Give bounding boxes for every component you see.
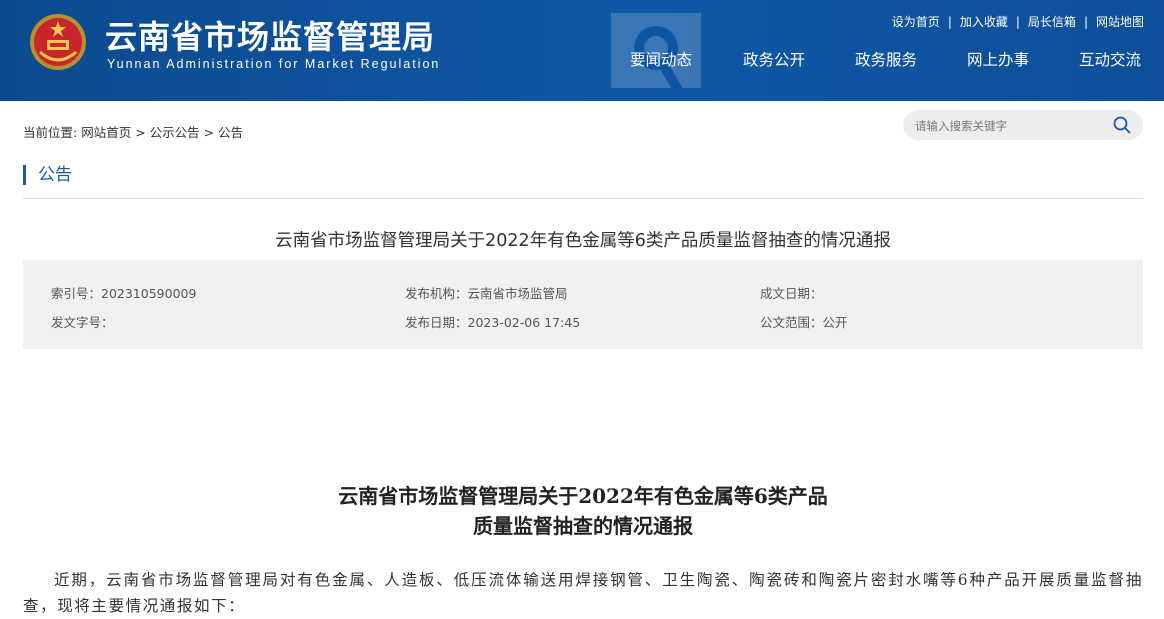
search-input[interactable] <box>913 115 1112 137</box>
nav-interaction[interactable]: 互动交流 <box>1079 48 1141 70</box>
breadcrumb-prefix: 当前位置: <box>23 125 78 140</box>
meta-publisher: 发布机构：云南省市场监管局 <box>405 286 568 301</box>
add-favorite-link[interactable]: 加入收藏 <box>960 15 1008 29</box>
search-icon[interactable] <box>1113 116 1131 134</box>
article-meta-box: 索引号：202310590009 发布机构：云南省市场监管局 成文日期： 发文字… <box>23 260 1143 349</box>
document-title-line2: 质量监督抽查的情况通报 <box>473 514 693 538</box>
divider: | <box>1083 15 1088 29</box>
divider: | <box>947 15 952 29</box>
nav-gov-info[interactable]: 政务公开 <box>743 48 805 70</box>
set-homepage-link[interactable]: 设为首页 <box>892 15 940 29</box>
breadcrumb: 当前位置: 网站首页 > 公示公告 > 公告 <box>23 122 243 141</box>
meta-scope: 公文范围：公开 <box>760 315 848 330</box>
breadcrumb-announcements[interactable]: 公示公告 <box>150 125 200 140</box>
nav-news[interactable]: 要闻动态 <box>630 48 692 70</box>
nav-gov-services[interactable]: 政务服务 <box>855 48 917 70</box>
breadcrumb-home[interactable]: 网站首页 <box>81 125 131 140</box>
meta-doc-no: 发文字号： <box>51 315 114 330</box>
breadcrumb-separator: > <box>135 125 146 140</box>
divider <box>23 198 1143 199</box>
nav-online-services[interactable]: 网上办事 <box>967 48 1029 70</box>
article-title: 云南省市场监督管理局关于2022年有色金属等6类产品质量监督抽查的情况通报 <box>275 231 891 251</box>
main-nav: 要闻动态 政务公开 政务服务 网上办事 互动交流 <box>0 48 1164 70</box>
meta-created-date: 成文日期： <box>760 286 823 301</box>
divider: | <box>1015 15 1020 29</box>
document-title-line1: 云南省市场监督管理局关于2022年有色金属等6类产品 <box>338 484 828 508</box>
search-box <box>903 110 1143 140</box>
director-mailbox-link[interactable]: 局长信箱 <box>1028 15 1076 29</box>
sitemap-link[interactable]: 网站地图 <box>1096 15 1144 29</box>
site-header: 云南省市场监督管理局 Yunnan Administration for Mar… <box>0 0 1164 101</box>
breadcrumb-separator: > <box>203 125 215 140</box>
breadcrumb-notice[interactable]: 公告 <box>218 125 243 140</box>
meta-index-no: 索引号：202310590009 <box>51 286 197 301</box>
meta-published-date: 发布日期：2023-02-06 17:45 <box>405 315 581 330</box>
top-links: 设为首页 | 加入收藏 | 局长信箱 | 网站地图 <box>892 13 1144 30</box>
section-title: 公告 <box>23 165 72 185</box>
article-paragraph: 近期，云南省市场监督管理局对有色金属、人造板、低压流体输送用焊接钢管、卫生陶瓷、… <box>23 571 1143 615</box>
